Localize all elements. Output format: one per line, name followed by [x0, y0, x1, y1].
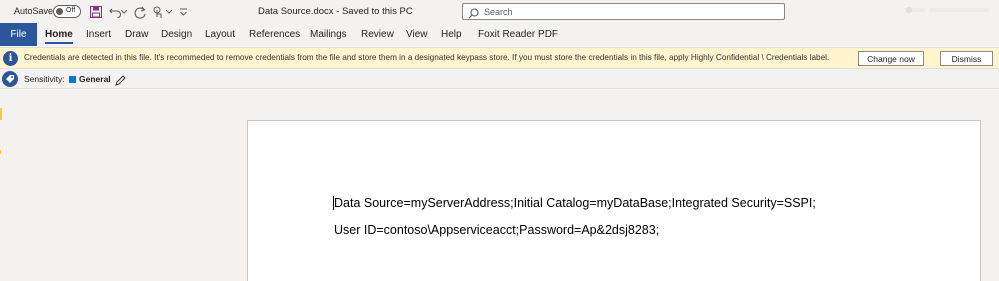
info-message: Credentials are detected in this file. I…: [24, 53, 830, 62]
autosave-label: AutoSave: [14, 6, 54, 16]
tab-foxit-reader-pdf[interactable]: Foxit Reader PDF: [478, 23, 558, 46]
touch-mode-icon[interactable]: [151, 5, 165, 19]
tab-home[interactable]: Home: [45, 23, 73, 46]
title-bar: AutoSave Off Data Source.docx - Saved to…: [0, 0, 999, 23]
redo-icon[interactable]: [133, 5, 147, 19]
sensitivity-value[interactable]: General: [79, 74, 111, 84]
autosave-state: Off: [66, 7, 76, 14]
sensitivity-label: Sensitivity:: [24, 74, 65, 84]
window-controls: [905, 4, 995, 18]
document-line-1[interactable]: Data Source=myServerAddress;Initial Cata…: [334, 196, 816, 210]
autosave-toggle[interactable]: Off: [53, 5, 81, 18]
sensitivity-icon[interactable]: [2, 71, 18, 87]
search-box[interactable]: Search: [462, 3, 785, 20]
tab-file[interactable]: File: [0, 23, 37, 46]
tab-design[interactable]: Design: [161, 23, 192, 46]
undo-dropdown-icon[interactable]: [121, 5, 127, 19]
info-icon: i: [3, 51, 18, 66]
tab-help[interactable]: Help: [441, 23, 462, 46]
save-icon[interactable]: [89, 5, 103, 19]
sensitivity-color-swatch: [69, 76, 76, 83]
touch-dropdown-icon[interactable]: [165, 5, 173, 19]
undo-icon[interactable]: [108, 5, 122, 19]
search-icon: [468, 6, 479, 24]
ribbon-tabs: File Home Insert Draw Design Layout Refe…: [0, 23, 999, 46]
tab-references[interactable]: References: [249, 23, 300, 46]
credentials-info-bar: i Credentials are detected in this file.…: [0, 47, 999, 69]
tab-view[interactable]: View: [406, 23, 428, 46]
margin-marker: [0, 108, 2, 120]
change-now-button[interactable]: Change now: [858, 51, 924, 66]
tab-insert[interactable]: Insert: [86, 23, 111, 46]
tab-layout[interactable]: Layout: [205, 23, 235, 46]
pencil-icon[interactable]: [115, 73, 126, 91]
tab-review[interactable]: Review: [361, 23, 394, 46]
dismiss-button[interactable]: Dismiss: [940, 51, 993, 66]
margin-marker-small: [0, 150, 1, 154]
tab-draw[interactable]: Draw: [125, 23, 148, 46]
document-page[interactable]: Data Source=myServerAddress;Initial Cata…: [247, 120, 981, 281]
document-line-2[interactable]: User ID=contoso\Appserviceacct;Password=…: [334, 223, 659, 237]
tab-mailings[interactable]: Mailings: [310, 23, 347, 46]
sensitivity-bar: Sensitivity: General: [0, 70, 999, 89]
document-title: Data Source.docx - Saved to this PC: [258, 6, 413, 17]
search-placeholder: Search: [484, 7, 513, 17]
document-canvas: Data Source=myServerAddress;Initial Cata…: [0, 90, 999, 281]
customize-quick-access-icon[interactable]: [178, 5, 188, 19]
toggle-knob: [56, 8, 63, 15]
